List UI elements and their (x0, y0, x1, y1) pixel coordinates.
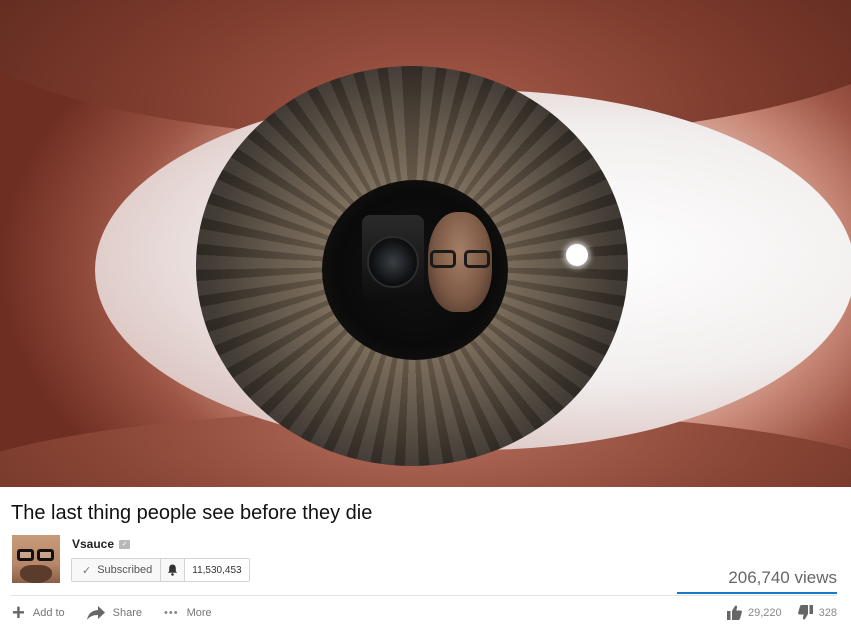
subscribe-group: ✓ Subscribed 11,530,453 (71, 558, 250, 582)
rating-bar: 29,220 328 (726, 605, 837, 620)
like-count: 29,220 (747, 606, 782, 619)
more-label: More (186, 607, 212, 619)
bell-icon (168, 564, 178, 576)
thumbs-up-icon[interactable] (726, 605, 742, 620)
subscribe-button[interactable]: ✓ Subscribed (72, 559, 162, 581)
more-dots-icon: ••• (164, 607, 179, 619)
subscriber-count: 11,530,453 (185, 559, 249, 581)
action-bar: + Add to Share ••• More (12, 600, 212, 625)
share-button[interactable]: Share (86, 606, 143, 620)
channel-info: Vsauce ✓ (72, 537, 131, 551)
divider (11, 595, 837, 596)
plus-icon: + (12, 600, 25, 625)
dislike-count: 328 (818, 606, 837, 619)
glasses-reflection (430, 250, 494, 268)
camera-lens-reflection (367, 236, 419, 288)
share-label: Share (112, 607, 143, 619)
subscribe-label: Subscribed (97, 564, 153, 576)
notification-bell-button[interactable] (161, 559, 186, 581)
channel-name[interactable]: Vsauce (72, 537, 114, 551)
add-to-label: Add to (32, 607, 65, 619)
avatar-glasses (16, 549, 56, 561)
share-arrow-icon (86, 606, 105, 620)
verified-icon: ✓ (119, 539, 131, 549)
avatar-beard (20, 565, 52, 583)
more-button[interactable]: ••• More (164, 607, 212, 619)
video-player[interactable] (0, 0, 851, 487)
channel-avatar[interactable] (12, 535, 60, 583)
check-icon: ✓ (82, 564, 92, 577)
view-count: 206,740 views (728, 568, 837, 587)
video-title: The last thing people see before they di… (11, 502, 373, 524)
light-highlight (566, 244, 588, 266)
add-to-button[interactable]: + Add to (12, 600, 65, 625)
thumbs-down-icon[interactable] (797, 605, 813, 620)
views-underline (677, 592, 837, 594)
